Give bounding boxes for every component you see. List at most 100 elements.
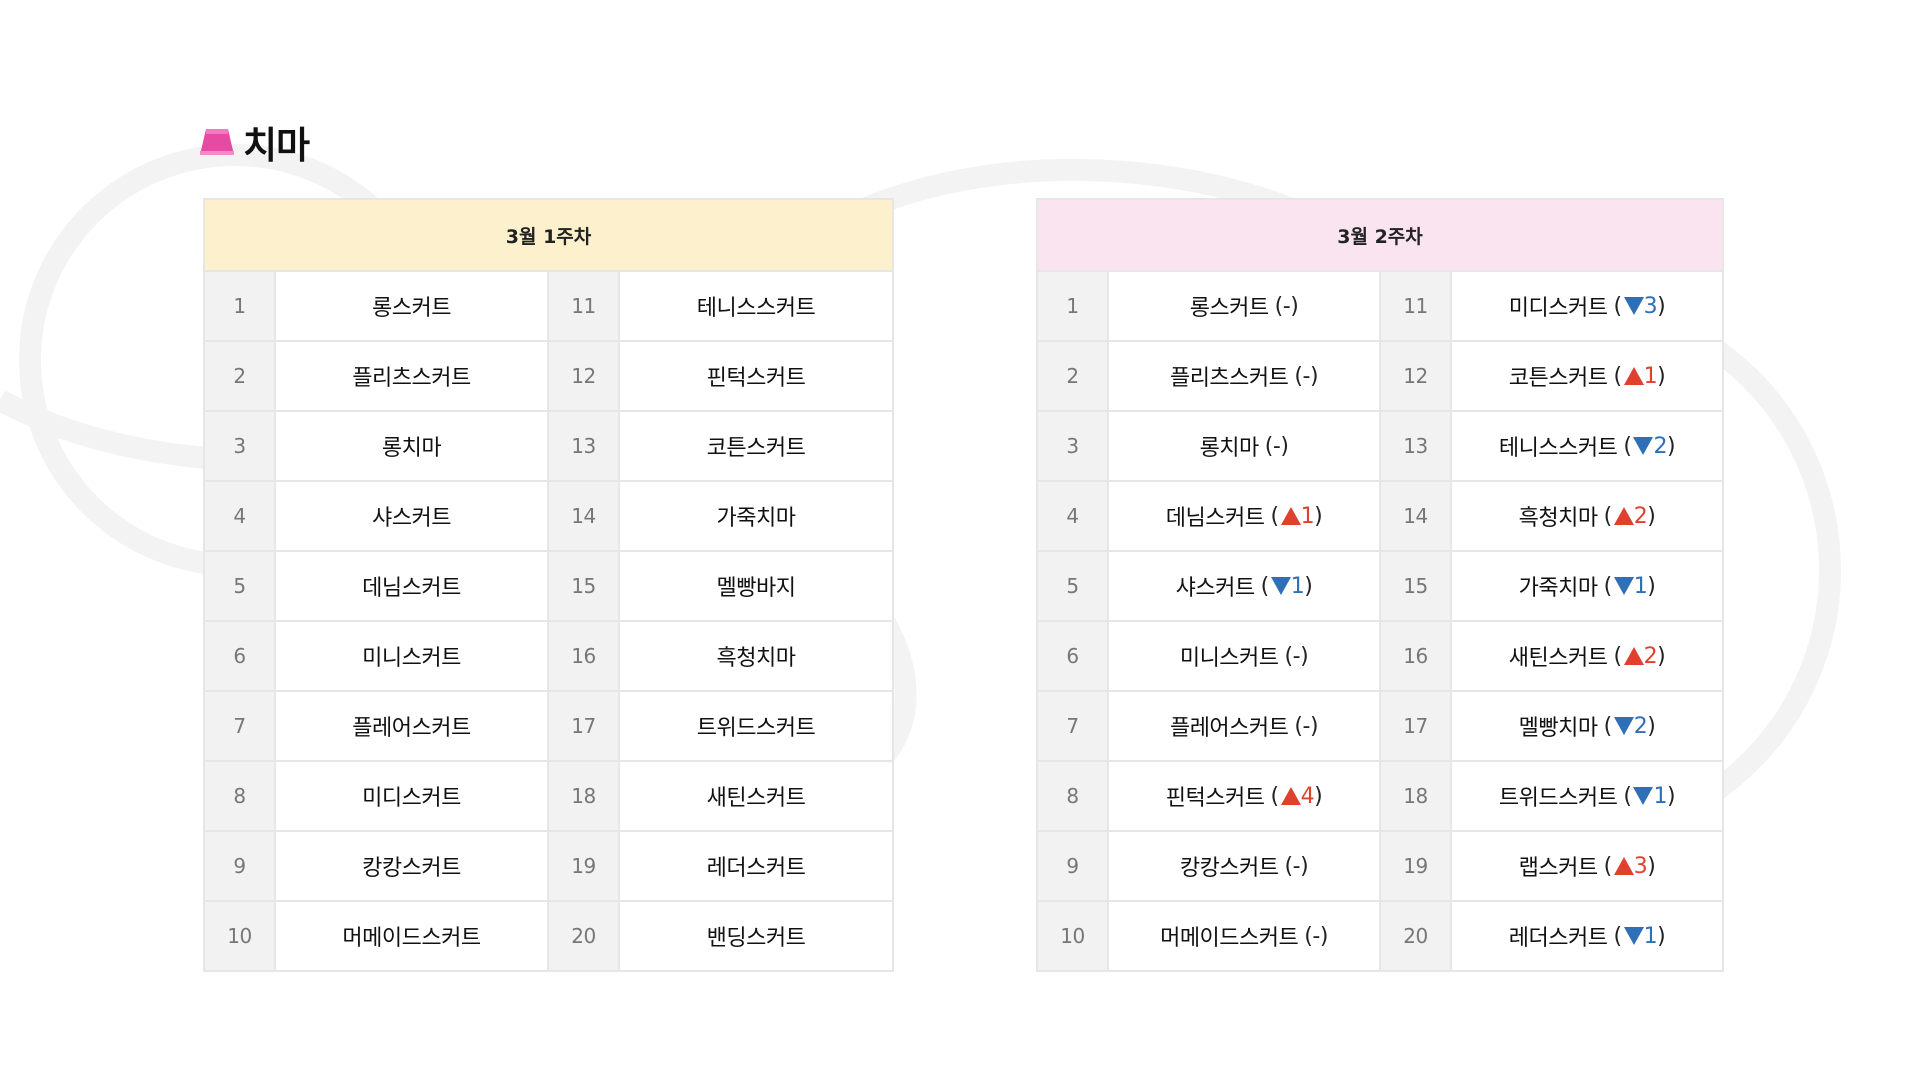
triangle-up-icon	[1613, 507, 1634, 525]
rank-change-value: -	[1292, 643, 1301, 669]
paren-open: (	[1270, 783, 1280, 809]
triangle-up-icon	[1280, 787, 1301, 805]
rank-change-value: 1	[1653, 783, 1667, 809]
keyword-cell: 레더스커트(1)	[1450, 900, 1724, 972]
keyword-cell: 새틴스커트(2)	[1450, 620, 1724, 692]
triangle-up-icon	[1280, 507, 1301, 525]
paren-open: (	[1613, 293, 1623, 319]
keyword-with-change: 미디스커트(3)	[1509, 290, 1666, 322]
keyword-name: 미니스커트	[274, 620, 549, 692]
rank-number: 6	[203, 620, 276, 692]
rank-change-value: -	[1292, 853, 1301, 879]
paren-open: (	[1294, 363, 1303, 389]
paren-close: )	[1309, 713, 1319, 739]
rank-number: 16	[547, 620, 620, 692]
keyword-name: 코튼스커트	[618, 410, 894, 482]
keyword-name: 핀턱스커트	[1165, 786, 1265, 811]
table-row: 2 플리츠스커트 12 핀턱스커트	[203, 340, 894, 412]
paren-close: )	[1657, 363, 1666, 389]
rank-number: 20	[1379, 900, 1452, 972]
week2-header: 3월 2주차	[1036, 198, 1724, 272]
keyword-with-change: 머메이드스커트(-)	[1160, 920, 1328, 952]
paren-open: (	[1260, 573, 1270, 599]
paren-close: )	[1657, 923, 1666, 949]
rank-change: (1)	[1623, 784, 1675, 809]
table-row: 4 샤스커트 14 가죽치마	[203, 480, 894, 552]
rank-change: (1)	[1261, 574, 1313, 599]
keyword-with-change: 레더스커트(1)	[1508, 920, 1666, 952]
rank-change: (1)	[1271, 504, 1323, 529]
page-title: 치마	[243, 124, 310, 167]
week1-ranking-table: 3월 1주차 1 롱스커트 11 테니스스커트 2 플리츠스커트 12 핀턱스커트 3 롱치마 13…	[203, 198, 894, 972]
keyword-cell: 미디스커트(3)	[1450, 270, 1724, 342]
rank-number: 9	[203, 830, 276, 902]
keyword-name: 테니스스커트	[1498, 436, 1618, 461]
keyword-name: 샤스커트	[274, 480, 549, 552]
keyword-name: 레더스커트	[1508, 926, 1608, 951]
paren-close: )	[1657, 643, 1666, 669]
triangle-up-icon	[1623, 647, 1644, 665]
rank-change-value: 1	[1290, 573, 1305, 599]
keyword-with-change: 플레어스커트(-)	[1170, 710, 1319, 742]
paren-close: )	[1314, 783, 1323, 809]
rank-number: 9	[1036, 830, 1109, 902]
keyword-name: 새틴스커트	[618, 760, 894, 832]
keyword-name: 롱치마	[274, 410, 549, 482]
triangle-down-icon	[1270, 577, 1291, 595]
paren-open: (	[1603, 573, 1613, 599]
keyword-name: 데님스커트	[274, 550, 549, 622]
rank-number: 13	[1379, 410, 1452, 482]
keyword-name: 플리츠스커트	[274, 340, 549, 412]
keyword-name: 플리츠스커트	[1169, 366, 1289, 391]
table-row: 9 캉캉스커트 19 레더스커트	[203, 830, 894, 902]
paren-open: (	[1613, 643, 1623, 669]
rank-change-value: 2	[1653, 433, 1667, 459]
keyword-name: 캉캉스커트	[1179, 856, 1279, 881]
table-row: 5 데님스커트 15 멜빵바지	[203, 550, 894, 622]
rank-number: 12	[547, 340, 620, 412]
rank-change-value: 2	[1633, 503, 1648, 529]
rank-number: 10	[203, 900, 276, 972]
keyword-cell: 멜빵치마(2)	[1450, 690, 1724, 762]
rank-change: (1)	[1604, 574, 1656, 599]
rank-number: 11	[1379, 270, 1452, 342]
rank-change: (-)	[1275, 294, 1299, 319]
paren-close: )	[1300, 853, 1309, 879]
rank-change: (2)	[1623, 434, 1675, 459]
keyword-name: 샤스커트	[1175, 576, 1255, 601]
keyword-with-change: 코튼스커트(1)	[1509, 360, 1666, 392]
rank-change: (-)	[1285, 644, 1309, 669]
rank-number: 19	[1379, 830, 1452, 902]
paren-close: )	[1280, 433, 1289, 459]
paren-open: (	[1613, 923, 1623, 949]
paren-close: )	[1666, 783, 1676, 809]
keyword-with-change: 롱스커트(-)	[1190, 290, 1299, 322]
keyword-cell: 미니스커트(-)	[1107, 620, 1381, 692]
rank-number: 4	[1036, 480, 1109, 552]
section-header: 치마	[199, 120, 310, 167]
keyword-name: 핀턱스커트	[618, 340, 894, 412]
table-row: 1 롱스커트 11 테니스스커트	[203, 270, 894, 342]
triangle-down-icon	[1633, 437, 1654, 455]
keyword-cell: 롱치마(-)	[1107, 410, 1381, 482]
paren-close: )	[1309, 363, 1319, 389]
paren-open: (	[1304, 923, 1313, 949]
triangle-down-icon	[1623, 927, 1644, 945]
table-row: 7 플레어스커트(-) 17 멜빵치마(2)	[1036, 690, 1724, 762]
rank-change: (3)	[1614, 294, 1666, 319]
triangle-up-icon	[1613, 857, 1634, 875]
paren-open: (	[1603, 853, 1613, 879]
keyword-name: 롱치마	[1199, 436, 1260, 461]
keyword-cell: 롱스커트(-)	[1107, 270, 1381, 342]
keyword-with-change: 데님스커트(1)	[1166, 500, 1323, 532]
paren-close: )	[1647, 503, 1656, 529]
keyword-name: 멜빵치마	[1518, 716, 1598, 741]
triangle-down-icon	[1623, 297, 1644, 315]
triangle-down-icon	[1613, 717, 1634, 735]
keyword-name: 흑청치마	[1518, 506, 1598, 531]
keyword-name: 미니스커트	[1179, 646, 1279, 671]
rank-number: 7	[203, 690, 276, 762]
paren-open: (	[1613, 363, 1623, 389]
rank-change: (1)	[1614, 924, 1666, 949]
rank-change-value: 2	[1633, 713, 1648, 739]
